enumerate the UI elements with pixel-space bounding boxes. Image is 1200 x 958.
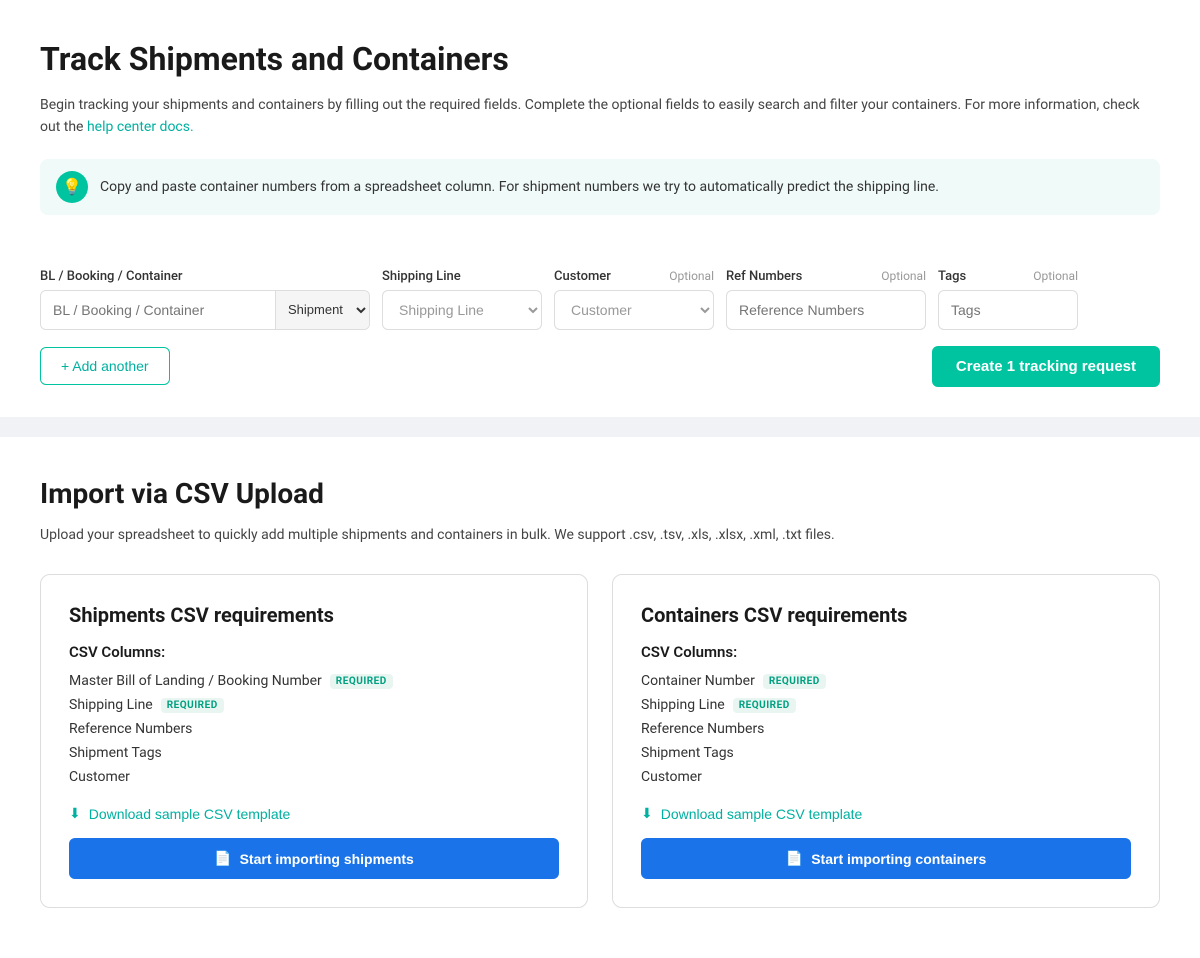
tags-label: Tags Optional xyxy=(938,269,1078,284)
info-icon: 💡 xyxy=(56,171,88,203)
start-importing-containers-button[interactable]: 📄 Start importing containers xyxy=(641,838,1131,879)
required-badge: REQUIRED xyxy=(733,698,796,713)
containers-download-button[interactable]: ⬇ Download sample CSV template xyxy=(641,805,862,822)
shipment-type-select[interactable]: Shipment Container xyxy=(275,291,369,329)
download-icon: ⬇ xyxy=(641,805,653,822)
import-title: Import via CSV Upload xyxy=(40,477,1160,510)
page-title: Track Shipments and Containers xyxy=(40,40,1160,78)
shipping-line-select[interactable]: Shipping Line xyxy=(382,290,542,330)
create-tracking-button[interactable]: Create 1 tracking request xyxy=(932,346,1160,387)
csv-cards: Shipments CSV requirements CSV Columns: … xyxy=(40,574,1160,908)
help-center-link[interactable]: help center docs. xyxy=(87,119,194,135)
ref-numbers-field-wrapper: Ref Numbers Optional xyxy=(726,269,926,330)
list-item: Shipment Tags xyxy=(641,745,1131,761)
info-banner: 💡 Copy and paste container numbers from … xyxy=(40,159,1160,215)
list-item: Shipment Tags xyxy=(69,745,559,761)
list-item: Container Number REQUIRED xyxy=(641,673,1131,689)
containers-card-title: Containers CSV requirements xyxy=(641,603,1131,627)
shipments-columns-label: CSV Columns: xyxy=(69,643,559,661)
bl-booking-label: BL / Booking / Container xyxy=(40,269,370,284)
list-item: Master Bill of Landing / Booking Number … xyxy=(69,673,559,689)
start-importing-shipments-button[interactable]: 📄 Start importing shipments xyxy=(69,838,559,879)
import-section: Import via CSV Upload Upload your spread… xyxy=(0,437,1200,958)
customer-label: Customer Optional xyxy=(554,269,714,284)
ref-numbers-input[interactable] xyxy=(726,290,926,330)
shipments-card-title: Shipments CSV requirements xyxy=(69,603,559,627)
required-badge: REQUIRED xyxy=(763,674,826,689)
form-field-group: BL / Booking / Container Shipment Contai… xyxy=(40,269,1160,330)
list-item: Shipping Line REQUIRED xyxy=(69,697,559,713)
containers-csv-card: Containers CSV requirements CSV Columns:… xyxy=(612,574,1160,908)
required-badge: REQUIRED xyxy=(330,674,393,689)
divider xyxy=(0,417,1200,437)
list-item: Shipping Line REQUIRED xyxy=(641,697,1131,713)
customer-field-wrapper: Customer Optional Customer xyxy=(554,269,714,330)
bl-booking-input-group: Shipment Container xyxy=(40,290,370,330)
upload-icon: 📄 xyxy=(786,850,803,867)
containers-columns-list: Container Number REQUIRED Shipping Line … xyxy=(641,673,1131,785)
form-actions: + Add another Create 1 tracking request xyxy=(40,346,1160,387)
upload-icon: 📄 xyxy=(214,850,231,867)
required-badge: REQUIRED xyxy=(161,698,224,713)
tags-field-wrapper: Tags Optional xyxy=(938,269,1078,330)
customer-select[interactable]: Customer xyxy=(554,290,714,330)
containers-columns-label: CSV Columns: xyxy=(641,643,1131,661)
shipping-line-label: Shipping Line xyxy=(382,269,542,284)
shipments-csv-card: Shipments CSV requirements CSV Columns: … xyxy=(40,574,588,908)
tags-input[interactable] xyxy=(938,290,1078,330)
top-section: Track Shipments and Containers Begin tra… xyxy=(0,0,1200,269)
list-item: Customer xyxy=(69,769,559,785)
list-item: Reference Numbers xyxy=(641,721,1131,737)
import-description: Upload your spreadsheet to quickly add m… xyxy=(40,524,1160,546)
bl-booking-field-wrapper: BL / Booking / Container Shipment Contai… xyxy=(40,269,370,330)
shipments-columns-list: Master Bill of Landing / Booking Number … xyxy=(69,673,559,785)
shipping-line-field-wrapper: Shipping Line Shipping Line xyxy=(382,269,542,330)
bl-booking-input[interactable] xyxy=(41,291,275,329)
page-description: Begin tracking your shipments and contai… xyxy=(40,94,1160,139)
list-item: Customer xyxy=(641,769,1131,785)
ref-numbers-label: Ref Numbers Optional xyxy=(726,269,926,284)
info-banner-text: Copy and paste container numbers from a … xyxy=(100,179,939,195)
add-another-button[interactable]: + Add another xyxy=(40,347,170,385)
list-item: Reference Numbers xyxy=(69,721,559,737)
form-section: BL / Booking / Container Shipment Contai… xyxy=(0,269,1200,417)
download-icon: ⬇ xyxy=(69,805,81,822)
shipments-download-button[interactable]: ⬇ Download sample CSV template xyxy=(69,805,290,822)
